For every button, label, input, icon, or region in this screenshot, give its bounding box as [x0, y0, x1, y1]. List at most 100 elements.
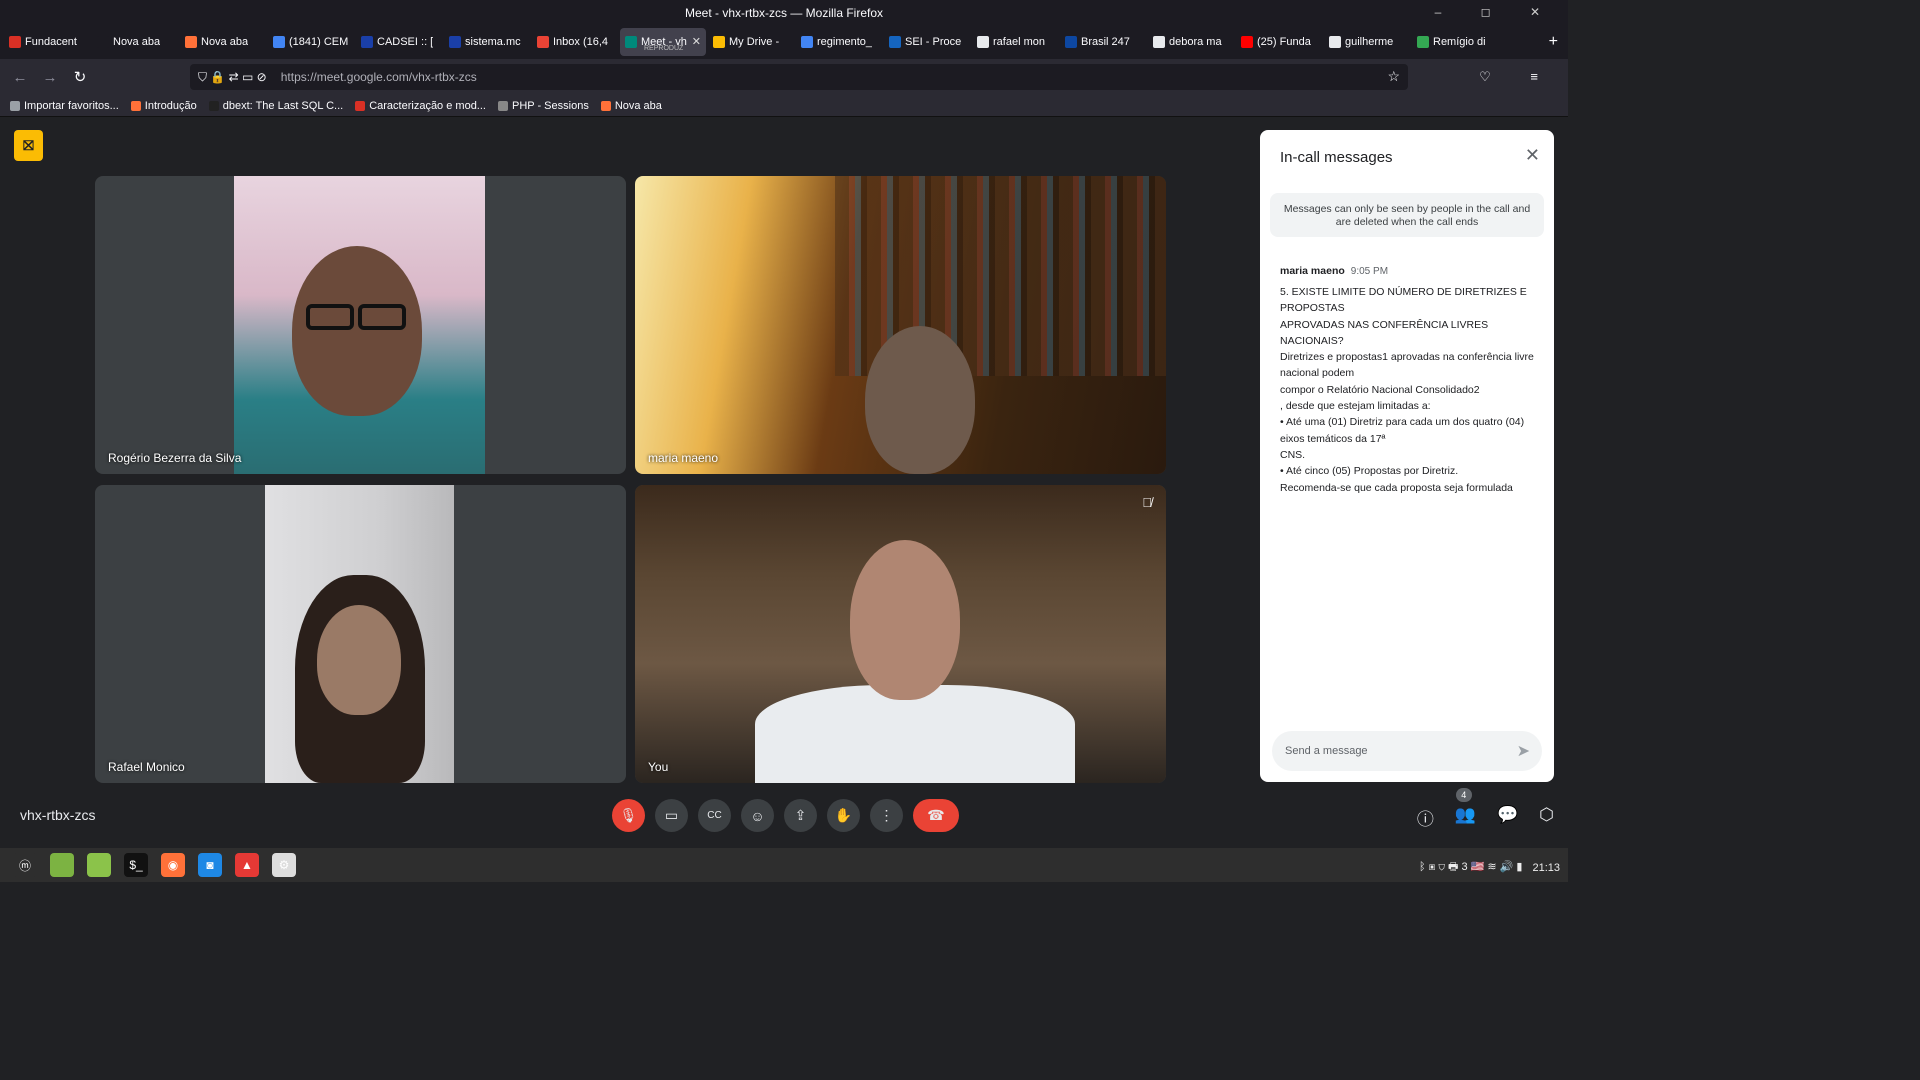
tab-favicon-icon [361, 36, 373, 48]
firefox-icon[interactable]: ◉ [161, 853, 185, 877]
tab-label: Nova aba [113, 36, 161, 48]
system-tray: ᛒ ▣ ⛉ 🖶 3 🇺🇸 ≋ 🔊 ▮ 21:13 [1419, 858, 1560, 877]
menu-icon[interactable]: ⓜ [13, 853, 37, 877]
tab-label: debora ma [1169, 36, 1222, 48]
people-count-badge: 4 [1455, 788, 1472, 802]
tab-7[interactable]: Meet - vh REPRODUZ ✕ [620, 28, 706, 56]
terminal-icon[interactable]: $_ [124, 853, 148, 877]
bookmark-item[interactable]: Nova aba [600, 99, 662, 112]
bookmark-item[interactable]: Importar favoritos... [10, 100, 119, 112]
participant-tile[interactable]: Rafael Monico [95, 485, 626, 783]
tab-label: CADSEI :: [ [377, 36, 434, 48]
url-bar[interactable]: ⛉ 🔒 ⇄ ▭ ⊘ https://meet.google.com/vhx-rt… [190, 64, 1408, 90]
tab-6[interactable]: Inbox (16,4 [532, 28, 618, 56]
raise-hand-button[interactable]: ✋ [827, 799, 860, 832]
present-screen-button[interactable]: ⇪ [784, 799, 817, 832]
tab-label: Nova aba [201, 36, 249, 48]
toolbar-menu-icon[interactable]: ♡ ≡ [1479, 69, 1556, 85]
participant-tile[interactable]: Rogério Bezerra da Silva [95, 176, 626, 474]
reload-button[interactable]: ↻ [65, 68, 95, 86]
participant-name: maria maeno [648, 451, 719, 465]
message-line: • Até cinco (05) Propostas por Diretriz. [1280, 465, 1459, 478]
tab-0[interactable]: Fundacent [4, 28, 90, 56]
tab-favicon-icon [97, 36, 109, 48]
microphone-toggle-button[interactable]: 🎙 [612, 799, 645, 832]
tab-13[interactable]: debora ma [1148, 28, 1234, 56]
messages-notice: Messages can only be seen by people in t… [1270, 193, 1544, 237]
close-icon[interactable]: ✕ [1525, 145, 1540, 166]
forward-button[interactable]: → [35, 69, 65, 86]
message-line: Diretrizes e propostas1 aprovadas na con… [1280, 351, 1534, 380]
meeting-info-icon[interactable]: ⓘ [1417, 805, 1434, 830]
message-line: compor o Relatório Nacional Consolidado2 [1280, 383, 1480, 396]
tab-label: Inbox (16,4 [553, 36, 609, 48]
tab-favicon-icon [1065, 36, 1077, 48]
tab-14[interactable]: (25) Funda [1236, 28, 1322, 56]
tab-favicon-icon [537, 36, 549, 48]
tab-favicon-icon [977, 36, 989, 48]
tab-bar: Fundacent Nova aba Nova aba (1841) CEM CADSE… [0, 25, 1568, 59]
tab-10[interactable]: SEI - Proce [884, 28, 970, 56]
emoji-reaction-button[interactable]: ☺ [741, 799, 774, 832]
tab-4[interactable]: CADSEI :: [ [356, 28, 442, 56]
files-icon[interactable] [50, 853, 74, 877]
tab-1[interactable]: Nova aba [92, 28, 178, 56]
tab-label: Brasil 247 [1081, 36, 1130, 48]
tray-icons[interactable]: ᛒ ▣ ⛉ 🖶 3 🇺🇸 ≋ 🔊 ▮ [1419, 858, 1522, 877]
tab-8[interactable]: My Drive - [708, 28, 794, 56]
participant-tile-self[interactable]: 🎙̸ You [635, 485, 1166, 783]
bookmark-item[interactable]: Caracterização e mod... [355, 100, 486, 112]
tab-11[interactable]: rafael mon [972, 28, 1058, 56]
bookmark-favicon-icon [497, 100, 508, 111]
bookmark-favicon-icon [130, 100, 141, 111]
send-message-input[interactable]: Send a message ➤ [1272, 731, 1542, 771]
chat-icon[interactable]: 💬 [1497, 805, 1518, 830]
camera-toggle-button[interactable]: ▭ [655, 799, 688, 832]
glasses-icon [358, 304, 406, 330]
tab-label: Remígio di [1433, 36, 1486, 48]
tab-16[interactable]: Remígio di [1412, 28, 1498, 56]
tab-15[interactable]: guilherme [1324, 28, 1410, 56]
camera-icon[interactable]: ◙ [198, 853, 222, 877]
taskbar-apps: ⓜ $_ ◉ ◙ ▲ ⚙ [0, 853, 296, 877]
tab-9[interactable]: regimento_ [796, 28, 882, 56]
activities-icon[interactable]: ⬡ [1539, 805, 1554, 830]
bookmark-item[interactable]: Introdução [130, 100, 197, 112]
tab-5[interactable]: sistema.mc [444, 28, 530, 56]
side-controls: ⓘ 4 👥 💬 ⬡ [1417, 788, 1554, 830]
meeting-code: vhx-rtbx-zcs [20, 807, 96, 823]
tab-3[interactable]: (1841) CEM [268, 28, 354, 56]
window-titlebar: Meet - vhx-rtbx-zcs — Mozilla Firefox – … [0, 0, 1568, 25]
url-text[interactable]: https://meet.google.com/vhx-rtbx-zcs [281, 70, 477, 84]
meet-stage: ⛝ Rogério Bezerra da Silva maria maeno R… [0, 117, 1568, 848]
window-controls[interactable]: – ◻ ✕ [1435, 5, 1558, 19]
bookmark-star-icon[interactable]: ☆ [1387, 68, 1400, 85]
message-placeholder: Send a message [1285, 745, 1368, 757]
captions-button[interactable]: CC [698, 799, 731, 832]
back-button[interactable]: ← [5, 69, 35, 86]
send-icon[interactable]: ➤ [1517, 741, 1530, 761]
bookmark-item[interactable]: PHP - Sessions [497, 100, 589, 112]
tab-2[interactable]: Nova aba [180, 28, 266, 56]
in-call-messages-panel: In-call messages ✕ Messages can only be … [1260, 130, 1554, 782]
window-title: Meet - vhx-rtbx-zcs — Mozilla Firefox [684, 6, 884, 20]
more-options-button[interactable]: ⋮ [870, 799, 903, 832]
participant-video [635, 176, 1166, 474]
people-button[interactable]: 4 👥 [1455, 788, 1476, 830]
new-tab-button[interactable]: + [1549, 33, 1558, 51]
participant-face [292, 246, 422, 416]
recording-indicator-icon[interactable]: ⛝ [14, 130, 43, 161]
participant-tile[interactable]: maria maeno [635, 176, 1166, 474]
tab-12[interactable]: Brasil 247 [1060, 28, 1146, 56]
image-icon[interactable]: ▲ [235, 853, 259, 877]
clock[interactable]: 21:13 [1532, 862, 1560, 874]
leave-call-button[interactable]: ☎ [913, 799, 959, 832]
call-controls: 🎙 ▭ CC ☺ ⇪ ✋ ⋮ ☎ [612, 799, 959, 832]
participant-name: Rogério Bezerra da Silva [108, 451, 242, 465]
tab-label: Fundacent [25, 36, 77, 48]
tab-close-icon[interactable]: ✕ [692, 35, 701, 48]
settings-icon[interactable]: ⚙ [272, 853, 296, 877]
folder-icon[interactable] [87, 853, 111, 877]
bookmark-label: Nova aba [614, 99, 662, 112]
bookmark-item[interactable]: dbext: The Last SQL C... [208, 100, 343, 112]
